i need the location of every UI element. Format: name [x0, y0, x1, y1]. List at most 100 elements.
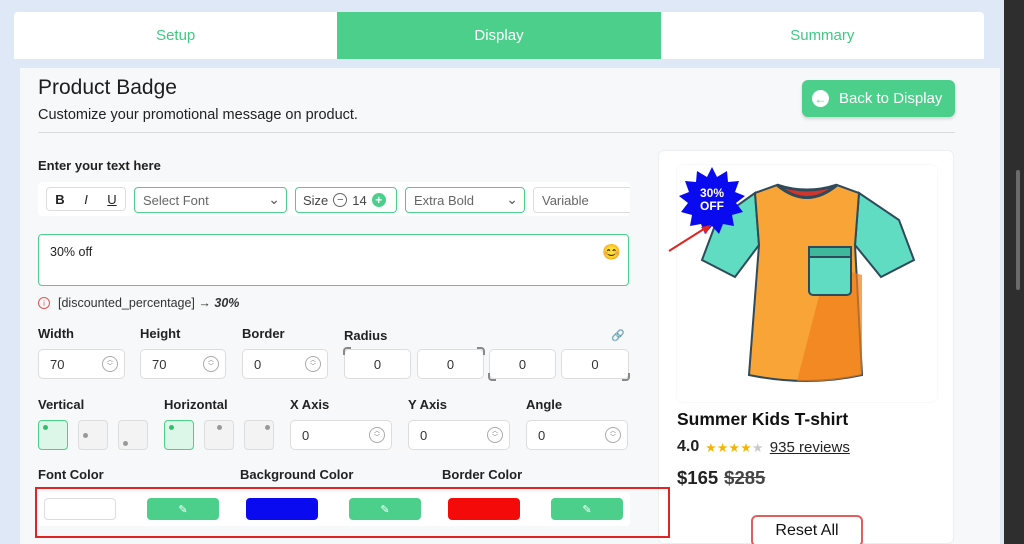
- chevron-down-icon: ⌄: [506, 191, 518, 207]
- variable-select-value: Variable: [542, 192, 589, 208]
- emoji-icon[interactable]: 😊: [602, 243, 621, 261]
- yaxis-label: Y Axis: [408, 397, 448, 412]
- page-title: Product Badge: [38, 76, 177, 99]
- step-tabs: Setup Display Summary: [14, 12, 984, 59]
- radius-top-right-value: 0: [446, 356, 455, 372]
- italic-button[interactable]: I: [75, 192, 97, 207]
- product-image: 30% OFF: [668, 165, 937, 402]
- vertical-bottom-option[interactable]: [118, 420, 148, 450]
- xaxis-label: X Axis: [290, 397, 330, 412]
- tab-setup[interactable]: Setup: [14, 12, 337, 59]
- radius-top-left-input[interactable]: 0: [344, 349, 411, 379]
- back-button-label: Back to Display: [839, 90, 943, 107]
- reviews-link[interactable]: 935 reviews: [770, 439, 850, 456]
- font-select[interactable]: Select Font ⌄: [134, 187, 287, 213]
- width-input[interactable]: 70 ︿ ﹀: [38, 349, 125, 379]
- arrow-left-icon: ←: [812, 90, 829, 107]
- corner-top-right-icon: [477, 347, 485, 355]
- product-rating: 4.0 ★★★★★ 935 reviews: [677, 438, 850, 456]
- badge-text-input[interactable]: 30% off 😊: [38, 234, 629, 286]
- height-label: Height: [140, 326, 181, 341]
- stepper-icon[interactable]: ︿ ﹀: [305, 356, 321, 372]
- stepper-icon[interactable]: ︿ ﹀: [605, 427, 621, 443]
- background-color-label: Background Color: [240, 467, 354, 482]
- arrow-annotation-icon: [668, 225, 711, 252]
- page-subtitle: Customize your promotional message on pr…: [38, 107, 358, 123]
- height-value: 70: [152, 356, 167, 372]
- angle-input[interactable]: 0 ︿ ﹀: [526, 420, 628, 450]
- width-value: 70: [50, 356, 65, 372]
- stepper-icon[interactable]: ︿ ﹀: [102, 356, 118, 372]
- radius-label: Radius: [344, 328, 388, 343]
- size-label: Size: [303, 192, 329, 208]
- divider: [38, 132, 955, 133]
- yaxis-input[interactable]: 0 ︿ ﹀: [408, 420, 510, 450]
- corner-bottom-right-icon: [622, 373, 630, 381]
- product-preview-card: 30% OFF Summer Kids T-shirt 4.0 ★★★★★ 93…: [658, 150, 954, 544]
- chevron-down-icon: ⌄: [268, 191, 280, 207]
- height-input[interactable]: 70 ︿ ﹀: [140, 349, 226, 379]
- main-panel: Product Badge Customize your promotional…: [20, 68, 1000, 544]
- horizontal-left-option[interactable]: [164, 420, 194, 450]
- product-name: Summer Kids T-shirt: [677, 409, 849, 429]
- horizontal-center-option[interactable]: [204, 420, 234, 450]
- font-weight-select[interactable]: Extra Bold ⌄: [405, 187, 525, 213]
- highlight-box: [35, 487, 670, 538]
- vertical-label: Vertical: [38, 397, 85, 412]
- xaxis-input[interactable]: 0 ︿ ﹀: [290, 420, 392, 450]
- back-to-display-button[interactable]: ← Back to Display: [802, 80, 955, 117]
- hint-value: 30%: [214, 296, 240, 310]
- decrease-size-button[interactable]: −: [333, 193, 348, 207]
- font-color-label: Font Color: [38, 467, 104, 482]
- format-buttons: B I U: [46, 187, 126, 211]
- reset-all-button[interactable]: Reset All: [751, 515, 863, 544]
- info-icon: i: [38, 297, 50, 309]
- size-value[interactable]: 14: [352, 193, 366, 208]
- hint-arrow: →: [198, 296, 211, 310]
- radius-bottom-right-value: 0: [591, 356, 599, 372]
- product-price: $165 $285: [677, 467, 765, 489]
- horizontal-right-option[interactable]: [244, 420, 274, 450]
- stepper-icon[interactable]: ︿ ﹀: [203, 356, 219, 372]
- old-price: $285: [724, 467, 766, 488]
- current-price: $165: [677, 467, 719, 488]
- bold-button[interactable]: B: [49, 192, 71, 207]
- xaxis-value: 0: [302, 427, 310, 443]
- text-toolbar: B I U Select Font ⌄ Size − 14 + Extra Bo…: [38, 182, 630, 216]
- radius-bottom-left-value: 0: [518, 356, 527, 372]
- yaxis-value: 0: [420, 427, 428, 443]
- vertical-top-option[interactable]: [38, 420, 68, 450]
- underline-button[interactable]: U: [101, 192, 123, 207]
- rating-value: 4.0: [677, 438, 700, 455]
- angle-label: Angle: [526, 397, 563, 412]
- size-stepper: Size − 14 +: [295, 187, 397, 213]
- text-label: Enter your text here: [38, 158, 161, 173]
- font-select-value: Select Font: [143, 192, 209, 208]
- window-edge: [1000, 0, 1024, 544]
- vertical-middle-option[interactable]: [78, 420, 108, 450]
- horizontal-label: Horizontal: [164, 397, 228, 412]
- angle-value: 0: [538, 427, 546, 443]
- scrollbar-thumb[interactable]: [1016, 170, 1020, 290]
- stepper-icon[interactable]: ︿ ﹀: [487, 427, 503, 443]
- border-value: 0: [254, 356, 262, 372]
- star-rating-icon: ★★★★★: [705, 440, 764, 455]
- stepper-icon[interactable]: ︿ ﹀: [369, 427, 385, 443]
- increase-size-button[interactable]: +: [371, 193, 386, 207]
- link-icon[interactable]: 🔗: [611, 329, 625, 342]
- tab-display[interactable]: Display: [337, 12, 661, 59]
- radius-bottom-right-input[interactable]: 0: [561, 349, 629, 379]
- border-input[interactable]: 0 ︿ ﹀: [242, 349, 328, 379]
- radius-bottom-left-input[interactable]: 0: [489, 349, 556, 379]
- badge-text-value: 30% off: [50, 245, 93, 259]
- tab-summary[interactable]: Summary: [661, 12, 984, 59]
- width-label: Width: [38, 326, 74, 341]
- font-weight-value: Extra Bold: [414, 192, 474, 208]
- variable-hint: i [discounted_percentage] → 30%: [38, 296, 239, 310]
- variable-select[interactable]: Variable: [533, 187, 630, 213]
- radius-top-left-value: 0: [373, 356, 382, 372]
- badge-line1: 30%: [700, 186, 724, 200]
- corner-top-left-icon: [343, 347, 351, 355]
- border-label: Border: [242, 326, 285, 341]
- radius-top-right-input[interactable]: 0: [417, 349, 484, 379]
